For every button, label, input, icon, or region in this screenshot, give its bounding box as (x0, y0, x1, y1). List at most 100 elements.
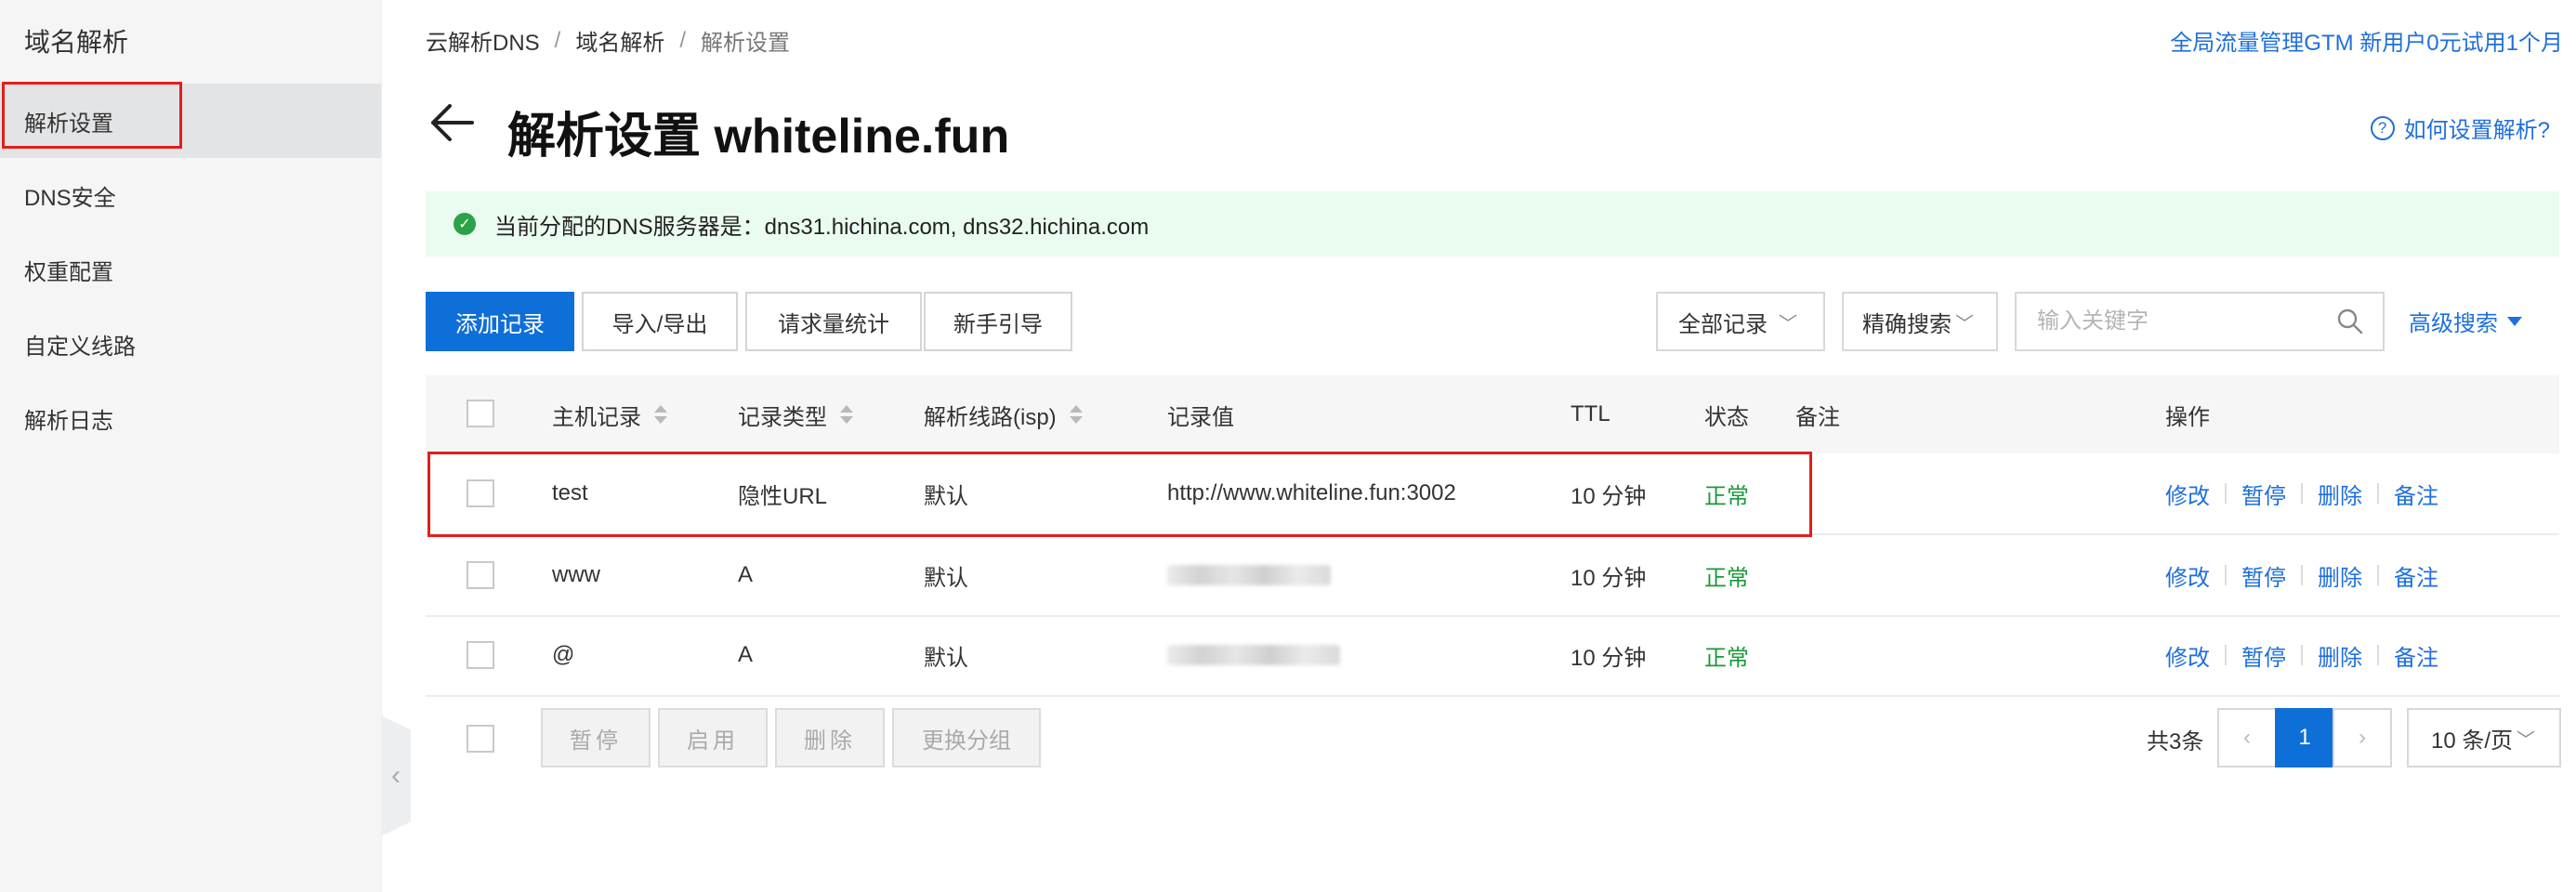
delete-link[interactable]: 删除 (2318, 639, 2362, 672)
advanced-search-label: 高级搜索 (2409, 311, 2498, 336)
sidebar-item-weight-config[interactable]: 权重配置 (0, 232, 381, 307)
search-mode-select[interactable]: 精确搜索 ﹀ (1842, 292, 1998, 351)
edit-link[interactable]: 修改 (2165, 478, 2210, 510)
cell-value-redacted (1167, 615, 1340, 695)
breadcrumb-separator: / (679, 27, 687, 53)
remark-link[interactable]: 备注 (2394, 639, 2438, 672)
cell-host: www (552, 562, 600, 587)
cell-ttl: 10 分钟 (1571, 565, 1647, 591)
search-mode-value: 精确搜索 (1862, 311, 1952, 337)
page-size-value: 10 条/页 (2431, 728, 2514, 754)
gtm-promo-link[interactable]: 全局流量管理GTM 新用户0元试用1个月 (2170, 24, 2563, 57)
total-count: 共3条 (2147, 729, 2204, 754)
row-actions: 修改 暂停 删除 备注 (2165, 535, 2438, 615)
status-badge: 正常 (1704, 565, 1749, 591)
sidebar-item-label: 权重配置 (24, 259, 113, 285)
delete-link[interactable]: 删除 (2318, 559, 2362, 592)
footer-select-all-checkbox[interactable] (467, 725, 494, 753)
redacted-value (1167, 645, 1340, 665)
guide-button[interactable]: 新手引导 (924, 292, 1072, 351)
row-checkbox[interactable] (467, 561, 494, 589)
record-filter-select[interactable]: 全部记录 ﹀ (1656, 292, 1825, 351)
breadcrumb-item-domain-resolution[interactable]: 域名解析 (575, 24, 664, 57)
sidebar-item-dns-security[interactable]: DNS安全 (0, 158, 381, 232)
cell-line: 默认 (924, 565, 968, 591)
sidebar-item-resolution-settings[interactable]: 解析设置 (0, 84, 381, 158)
search-input[interactable] (2017, 308, 2336, 335)
page-title: 解析设置 whiteline.fun (507, 110, 1010, 164)
pause-link[interactable]: 暂停 (2241, 478, 2286, 510)
sidebar-item-label: DNS安全 (24, 185, 116, 211)
divider (2301, 645, 2303, 665)
row-checkbox[interactable] (467, 479, 494, 507)
sidebar-item-resolution-log[interactable]: 解析日志 (0, 381, 381, 455)
divider (2377, 483, 2379, 504)
edit-link[interactable]: 修改 (2165, 559, 2210, 592)
sort-icon[interactable] (840, 405, 853, 424)
column-host[interactable]: 主机记录 (552, 375, 667, 453)
add-record-button[interactable]: 添加记录 (426, 292, 574, 351)
sort-icon[interactable] (654, 405, 667, 424)
sidebar-collapse-handle[interactable]: ‹ (381, 715, 411, 836)
prev-page-button[interactable]: ‹ (2217, 708, 2277, 767)
sidebar: 域名解析 解析设置 DNS安全 权重配置 自定义线路 解析日志 (0, 0, 382, 892)
advanced-search-toggle[interactable]: 高级搜索 (2409, 305, 2522, 337)
breadcrumb: 云解析DNS / 域名解析 / 解析设置 (426, 24, 790, 57)
divider (2377, 645, 2379, 665)
pause-link[interactable]: 暂停 (2241, 639, 2286, 672)
pause-link[interactable]: 暂停 (2241, 559, 2286, 592)
remark-link[interactable]: 备注 (2394, 559, 2438, 592)
next-page-button[interactable]: › (2333, 708, 2392, 767)
column-type[interactable]: 记录类型 (738, 375, 853, 453)
cell-value: http://www.whiteline.fun:3002 (1167, 480, 1456, 505)
cell-ttl: 10 分钟 (1571, 483, 1647, 509)
search-box (2015, 292, 2385, 351)
import-export-button[interactable]: 导入/导出 (582, 292, 738, 351)
cell-ttl: 10 分钟 (1571, 645, 1647, 671)
divider (2377, 565, 2379, 585)
cell-host: test (552, 480, 588, 505)
check-circle-icon: ✓ (453, 213, 476, 235)
column-label: 记录类型 (738, 404, 827, 430)
column-ops: 操作 (2165, 404, 2210, 430)
cell-line: 默认 (924, 483, 968, 509)
cell-type: A (738, 642, 754, 667)
bulk-enable-button[interactable]: 启用 (658, 708, 768, 767)
chevron-right-icon: › (2359, 725, 2366, 750)
chevron-down-icon: ﹀ (1779, 313, 1797, 334)
help-link[interactable]: ? 如何设置解析? (2370, 112, 2550, 144)
record-filter-value: 全部记录 (1678, 311, 1768, 337)
page-size-select[interactable]: 10 条/页 ﹀ (2407, 708, 2561, 767)
bulk-pause-button[interactable]: 暂停 (541, 708, 651, 767)
select-all-checkbox[interactable] (467, 400, 494, 427)
back-arrow-icon[interactable] (426, 97, 478, 149)
sidebar-item-label: 解析日志 (24, 408, 113, 434)
chevron-left-icon: ‹ (391, 760, 401, 791)
row-actions: 修改 暂停 删除 备注 (2165, 615, 2438, 695)
column-status: 状态 (1704, 404, 1749, 430)
remark-link[interactable]: 备注 (2394, 478, 2438, 510)
column-remark: 备注 (1795, 404, 1840, 430)
sidebar-item-label: 解析设置 (24, 111, 113, 137)
bulk-change-group-button[interactable]: 更换分组 (892, 708, 1041, 767)
column-label: 主机记录 (552, 404, 641, 430)
bulk-delete-button[interactable]: 删除 (775, 708, 885, 767)
sort-icon[interactable] (1069, 405, 1083, 424)
breadcrumb-item-current: 解析设置 (701, 31, 791, 56)
delete-link[interactable]: 删除 (2318, 478, 2362, 510)
search-icon[interactable] (2336, 308, 2364, 335)
column-line[interactable]: 解析线路(isp) (924, 375, 1083, 453)
page-number-button[interactable]: 1 (2275, 708, 2334, 767)
request-stats-button[interactable]: 请求量统计 (745, 292, 922, 351)
sidebar-item-custom-lines[interactable]: 自定义线路 (0, 307, 381, 381)
table-row: www A 默认 10 分钟 正常 修改 暂停 删除 备注 (426, 535, 2559, 617)
row-checkbox[interactable] (467, 641, 494, 669)
question-circle-icon: ? (2370, 115, 2395, 140)
edit-link[interactable]: 修改 (2165, 639, 2210, 672)
breadcrumb-item-cloud-dns[interactable]: 云解析DNS (426, 24, 540, 57)
table-header: 主机记录 记录类型 解析线路(isp) 记录值 TTL 状态 备注 操作 (426, 375, 2559, 453)
chevron-down-icon: ﹀ (1955, 313, 1974, 334)
chevron-left-icon: ‹ (2243, 725, 2251, 750)
table-row: @ A 默认 10 分钟 正常 修改 暂停 删除 备注 (426, 615, 2559, 697)
redacted-value (1167, 565, 1331, 585)
